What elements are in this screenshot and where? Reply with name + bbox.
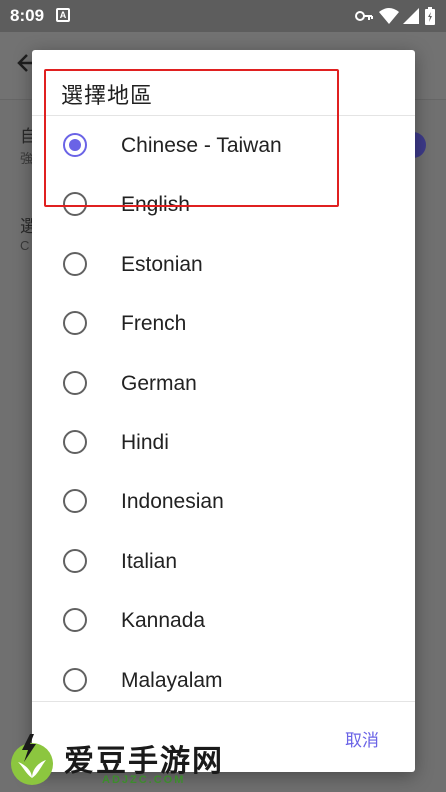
key-icon: [355, 11, 373, 21]
radio-button[interactable]: [63, 192, 87, 217]
region-option[interactable]: Indonesian: [32, 472, 415, 531]
region-option[interactable]: Malayalam: [32, 651, 415, 701]
screen: 8:09 A 自 強 選 C 選擇地區 Chinese - Taiwan Eng…: [0, 0, 446, 792]
status-icons: [354, 6, 438, 26]
radio-button[interactable]: [63, 429, 87, 454]
radio-button[interactable]: [63, 489, 87, 514]
region-label: Malayalam: [121, 668, 223, 692]
radio-button[interactable]: [63, 667, 87, 692]
region-label: English: [121, 193, 190, 217]
region-label: Indonesian: [121, 490, 224, 514]
region-option[interactable]: Chinese - Taiwan: [32, 116, 415, 175]
watermark: 爱豆手游网 ADJZC.COM: [6, 730, 256, 792]
region-label: Kannada: [121, 609, 206, 633]
region-label: Italian: [121, 549, 178, 573]
region-label: Estonian: [121, 252, 203, 276]
region-option[interactable]: English: [32, 175, 415, 234]
battery-icon: [425, 7, 435, 25]
region-option[interactable]: Hindi: [32, 413, 415, 472]
background-setting-subtitle-2: C: [20, 238, 30, 253]
region-label: Chinese - Taiwan: [121, 134, 282, 157]
radio-button[interactable]: [63, 608, 87, 633]
watermark-domain: ADJZC.COM: [102, 774, 186, 786]
radio-button[interactable]: [63, 370, 87, 395]
wifi-icon: [379, 8, 399, 24]
radio-button[interactable]: [63, 311, 87, 336]
region-option[interactable]: French: [32, 294, 415, 353]
region-label: French: [121, 312, 187, 336]
divider: [32, 701, 415, 702]
region-option[interactable]: Kannada: [32, 591, 415, 650]
watermark-logo-icon: [11, 734, 53, 785]
region-dialog: 選擇地區 Chinese - Taiwan English Estonian F…: [32, 50, 415, 772]
cancel-button[interactable]: 取消: [345, 726, 379, 751]
region-label: German: [121, 371, 197, 395]
status-bar: 8:09 A: [0, 0, 446, 32]
app-notification-icon: A: [56, 8, 70, 22]
region-option[interactable]: German: [32, 354, 415, 413]
signal-icon: [403, 8, 419, 24]
region-option[interactable]: Estonian: [32, 235, 415, 294]
region-list[interactable]: Chinese - Taiwan English Estonian French…: [32, 116, 415, 701]
radio-button[interactable]: [63, 133, 87, 157]
region-label: Hindi: [121, 430, 169, 454]
status-time: 8:09: [10, 6, 45, 25]
radio-button[interactable]: [63, 548, 87, 573]
region-option[interactable]: Italian: [32, 532, 415, 591]
radio-button[interactable]: [63, 251, 87, 276]
dialog-title: 選擇地區: [61, 83, 154, 108]
